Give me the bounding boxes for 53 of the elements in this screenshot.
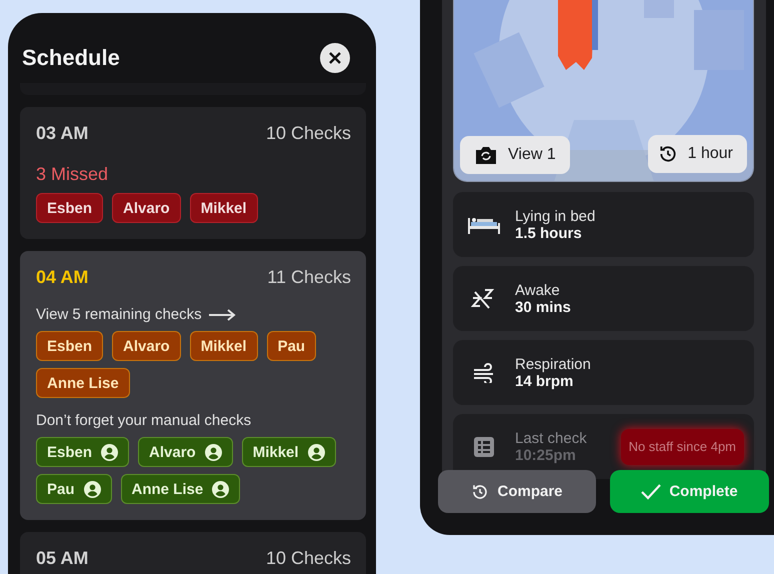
list-icon — [474, 436, 494, 456]
resident-chip[interactable]: Alvaro — [112, 193, 181, 223]
resident-chip[interactable]: Anne Lise — [120, 474, 240, 504]
time-slot-card[interactable]: 03 AM 10 Checks 3 Missed Esben Alvaro Mikkel — [20, 107, 366, 239]
section-label[interactable]: View 5 remaining checks — [36, 306, 202, 323]
resident-chip[interactable]: Mikkel — [190, 331, 258, 361]
resident-chip[interactable]: Alvaro — [138, 437, 233, 467]
time-range-button[interactable]: 1 hour — [648, 135, 747, 173]
close-icon — [329, 52, 341, 64]
metric-value: 1.5 hours — [515, 224, 583, 242]
user-icon — [101, 444, 118, 460]
close-button[interactable] — [320, 43, 350, 73]
resident-chip[interactable]: Mikkel — [190, 193, 258, 223]
user-icon — [204, 444, 222, 460]
check-count: 11 Checks — [267, 267, 351, 288]
metric-value: 14 brpm — [515, 372, 574, 390]
slot-time: 04 AM — [36, 267, 88, 288]
check-count: 10 Checks — [266, 548, 351, 569]
resident-chip[interactable]: Esben — [36, 437, 130, 467]
wind-icon — [472, 362, 496, 382]
missed-count: 3 Missed — [36, 164, 108, 185]
time-slot-card[interactable]: 05 AM 10 Checks — [20, 532, 366, 574]
panel-title: Schedule — [22, 45, 120, 71]
metric-label: Awake — [515, 282, 561, 298]
metric-label: Last check — [515, 430, 588, 446]
history-icon — [471, 482, 490, 500]
alert-badge: No staff since 4pm — [620, 428, 744, 464]
metric-label: Lying in bed — [515, 208, 596, 224]
resident-chip[interactable]: Alvaro — [112, 331, 181, 361]
resident-chip[interactable]: Pau — [266, 331, 316, 361]
camera-switch-icon — [476, 146, 496, 164]
metric-value: 10:25pm — [515, 446, 577, 464]
time-slot-card[interactable]: 04 AM 11 Checks View 5 remaining checks Esben Alvaro Mikkel Pau Anne Lise Don’t forget your manual checks Esben Alvaro Mikkel Pau Anne Lise — [20, 251, 366, 520]
metric-value: 30 mins — [515, 298, 572, 316]
metric-label: Respiration — [515, 356, 592, 372]
check-count: 10 Checks — [266, 123, 351, 144]
compare-button[interactable]: Compare — [438, 470, 596, 513]
resident-chip[interactable]: Mikkel — [242, 437, 336, 467]
arrow-icon — [208, 308, 236, 320]
resident-chip[interactable]: Esben — [36, 193, 104, 223]
sleep-off-icon — [471, 288, 497, 310]
view-button[interactable]: View 1 — [460, 136, 570, 174]
resident-chip[interactable]: Esben — [36, 331, 104, 361]
slot-time: 05 AM — [36, 548, 88, 569]
user-icon — [84, 480, 101, 498]
user-icon — [308, 444, 325, 460]
resident-chip[interactable]: Anne Lise — [36, 368, 130, 398]
check-icon — [641, 484, 662, 500]
slot-time: 03 AM — [36, 123, 88, 144]
history-icon — [658, 144, 678, 164]
resident-chip[interactable]: Pau — [36, 474, 112, 504]
user-icon — [212, 480, 230, 498]
section-label: Don’t forget your manual checks — [36, 412, 252, 429]
